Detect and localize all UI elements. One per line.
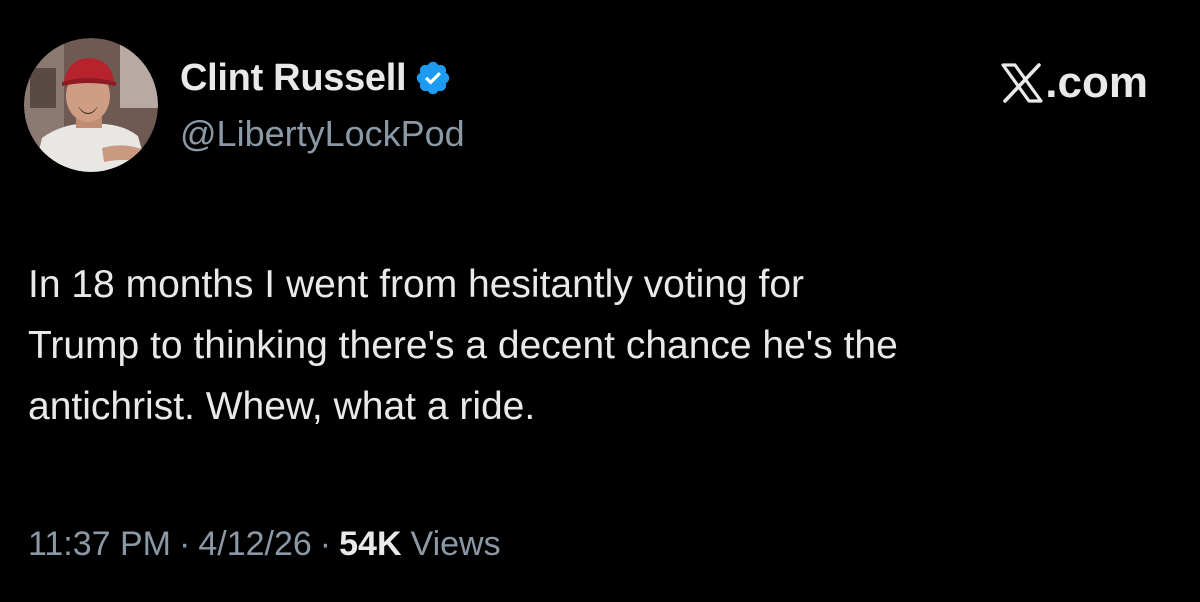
tweet-meta: 11:37 PM · 4/12/26 · 54K Views (28, 525, 501, 564)
tweet-time[interactable]: 11:37 PM (28, 525, 171, 564)
meta-separator: · (179, 525, 191, 563)
x-logo-icon (1001, 63, 1043, 103)
author-handle[interactable]: @LibertyLockPod (180, 113, 465, 155)
profile-photo (24, 38, 158, 172)
site-brand-label: .com (1045, 58, 1148, 107)
tweet-date[interactable]: 4/12/26 (198, 525, 311, 564)
tweet-card: Clint Russell @LibertyLockPod .com In 18… (0, 0, 1200, 602)
site-brand: .com (1001, 58, 1148, 108)
verified-badge-icon (414, 59, 452, 97)
views-label: Views (410, 525, 501, 563)
author-display-name[interactable]: Clint Russell (180, 57, 407, 100)
tweet-text: In 18 months I went from hesitantly voti… (28, 263, 898, 428)
meta-separator: · (319, 525, 332, 563)
avatar[interactable] (24, 38, 158, 172)
views-count[interactable]: 54K (339, 525, 401, 564)
author-name-row: Clint Russell (180, 56, 452, 100)
